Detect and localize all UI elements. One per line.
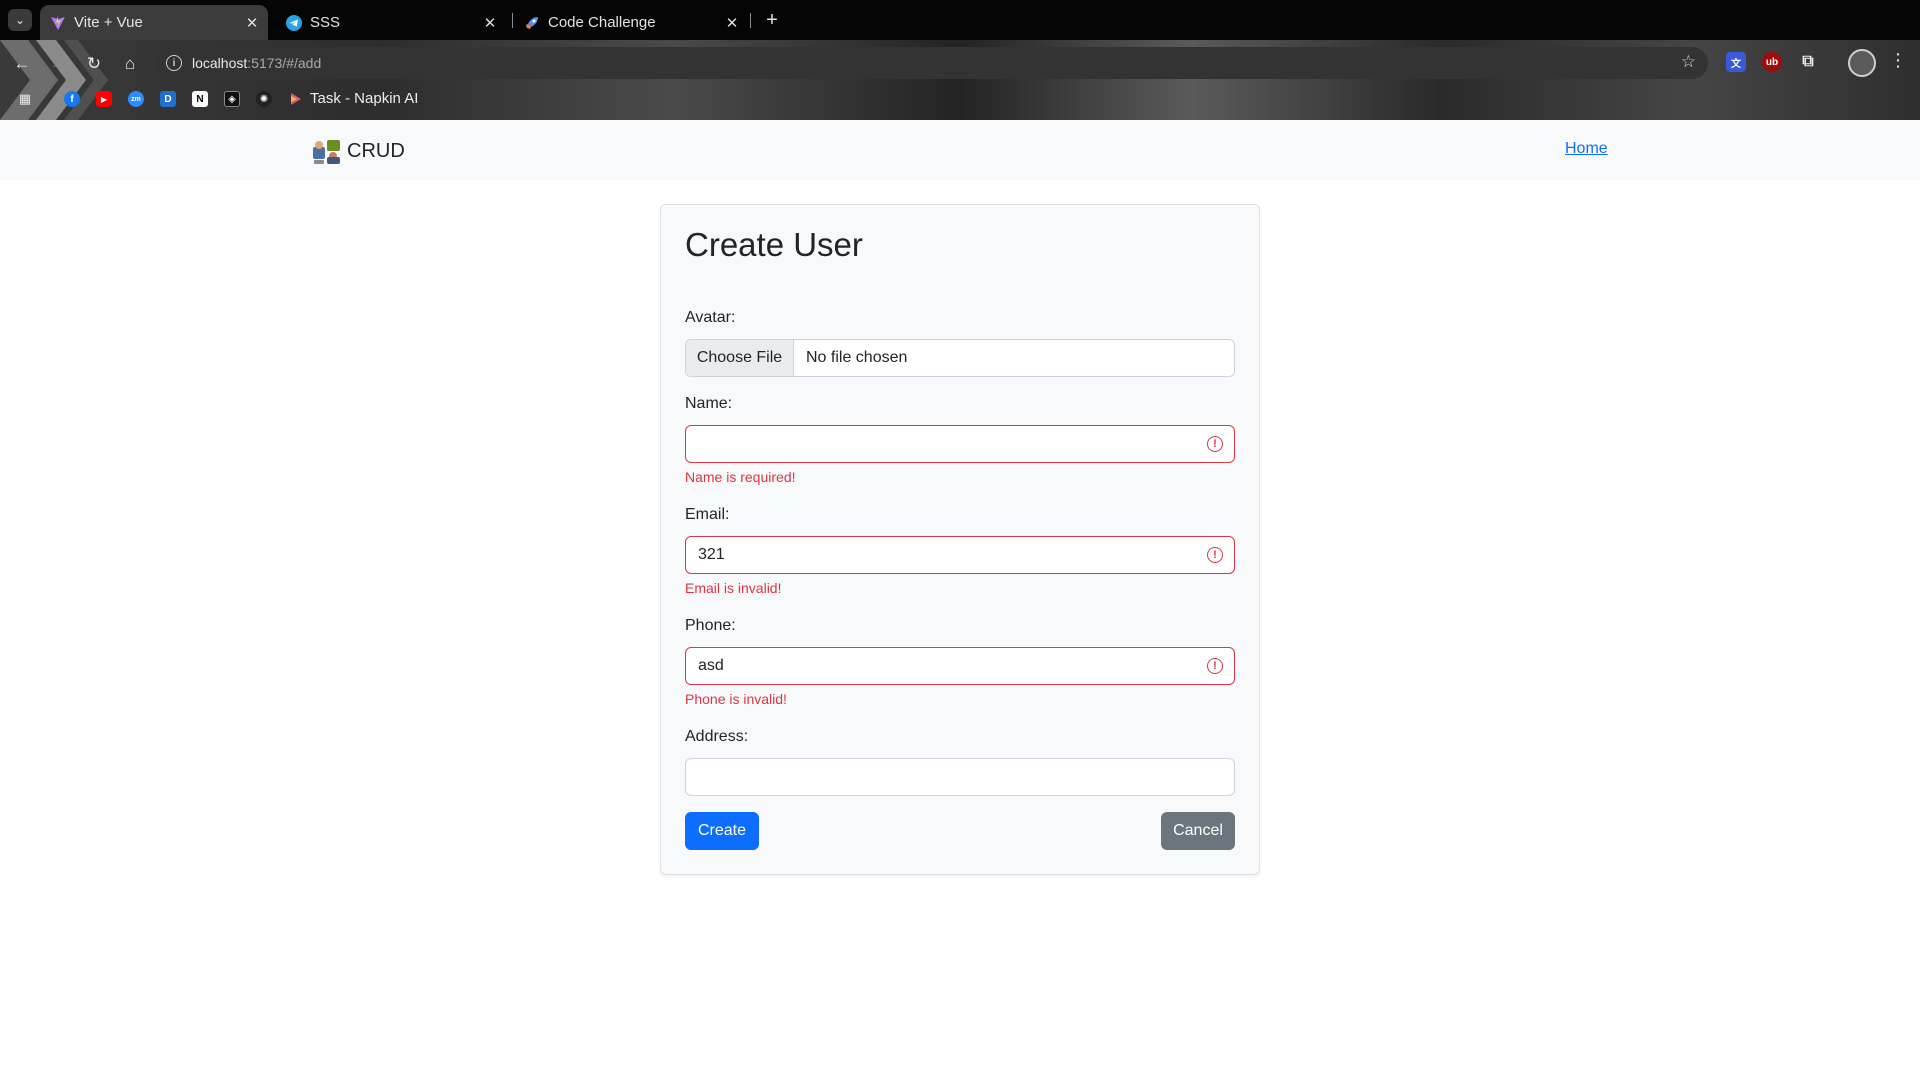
email-input[interactable]: 321 ! bbox=[685, 536, 1235, 574]
apps-grid-icon[interactable]: ▦ bbox=[17, 91, 33, 107]
cancel-button[interactable]: Cancel bbox=[1161, 812, 1235, 850]
extensions-puzzle-icon[interactable]: ⧉ bbox=[1798, 52, 1818, 72]
address-bar[interactable]: i localhost:5173/#/add ☆ bbox=[156, 47, 1708, 79]
navbar-brand[interactable]: CRUD bbox=[312, 137, 405, 165]
home-icon[interactable]: ⌂ bbox=[116, 50, 144, 78]
email-label: Email: bbox=[685, 506, 730, 523]
d-bookmark-icon[interactable]: D bbox=[160, 91, 176, 107]
name-input[interactable]: ! bbox=[685, 425, 1235, 463]
tab-sss[interactable]: SSS ✕ bbox=[276, 5, 506, 40]
bookmark-star-icon[interactable]: ☆ bbox=[1681, 52, 1696, 72]
error-exclamation-icon: ! bbox=[1207, 547, 1223, 563]
browser-tab-strip: ⌄ Vite + Vue ✕ SSS ✕ Code Challenge ✕ + bbox=[0, 0, 1920, 40]
file-status-text: No file chosen bbox=[806, 349, 908, 366]
avatar-file-input[interactable]: Choose File No file chosen bbox=[685, 339, 1235, 377]
browser-menu-three-dots-icon[interactable]: ⋮ bbox=[1888, 50, 1908, 71]
crud-logo-icon bbox=[312, 137, 342, 165]
name-error-message: Name is required! bbox=[685, 469, 796, 485]
phone-input[interactable]: asd ! bbox=[685, 647, 1235, 685]
url-host: localhost bbox=[192, 55, 248, 71]
tab-separator bbox=[512, 13, 513, 28]
error-exclamation-icon: ! bbox=[1207, 658, 1223, 674]
forward-arrow-icon[interactable]: → bbox=[44, 50, 72, 78]
facebook-icon[interactable]: f bbox=[64, 91, 80, 107]
tab-close-icon[interactable]: ✕ bbox=[722, 14, 742, 32]
home-link[interactable]: Home bbox=[1565, 140, 1608, 158]
phone-label: Phone: bbox=[685, 617, 736, 634]
choose-file-button[interactable]: Choose File bbox=[686, 340, 794, 376]
tab-close-icon[interactable]: ✕ bbox=[480, 14, 500, 32]
translate-extension-icon[interactable]: 文 bbox=[1726, 52, 1746, 72]
ublock-extension-icon[interactable]: ub bbox=[1762, 52, 1782, 72]
address-input[interactable] bbox=[685, 758, 1235, 796]
bookmark-task-napkin-ai[interactable]: Task - Napkin AI bbox=[310, 90, 418, 107]
profile-avatar[interactable] bbox=[1848, 49, 1876, 77]
name-label: Name: bbox=[685, 395, 733, 412]
site-info-icon[interactable]: i bbox=[166, 55, 182, 71]
tab-close-icon[interactable]: ✕ bbox=[242, 14, 262, 32]
phone-input-value: asd bbox=[698, 657, 724, 674]
rocket-icon bbox=[524, 15, 540, 31]
phone-error-message: Phone is invalid! bbox=[685, 691, 787, 707]
email-error-message: Email is invalid! bbox=[685, 580, 782, 596]
create-button[interactable]: Create bbox=[685, 812, 759, 850]
tab-vite-vue[interactable]: Vite + Vue ✕ bbox=[40, 5, 268, 40]
page-title: Create User bbox=[685, 226, 863, 263]
brand-name: CRUD bbox=[347, 139, 405, 162]
tab-separator bbox=[750, 13, 751, 28]
avatar-label: Avatar: bbox=[685, 309, 736, 326]
email-input-value: 321 bbox=[698, 546, 725, 563]
tab-title: SSS bbox=[310, 14, 341, 31]
address-label: Address: bbox=[685, 728, 749, 745]
zoom-icon[interactable]: zm bbox=[128, 91, 144, 107]
vite-logo-icon bbox=[50, 15, 66, 31]
site-navbar bbox=[0, 120, 1920, 180]
back-arrow-icon[interactable]: ← bbox=[8, 50, 36, 78]
youtube-icon[interactable]: ▶ bbox=[96, 91, 112, 107]
telegram-icon bbox=[286, 14, 302, 31]
tab-title: Vite + Vue bbox=[74, 14, 143, 31]
error-exclamation-icon: ! bbox=[1207, 436, 1223, 452]
notion-icon[interactable]: N bbox=[192, 91, 208, 107]
napkin-ai-icon bbox=[288, 91, 304, 107]
tab-list-chevron-down-icon[interactable]: ⌄ bbox=[8, 9, 32, 31]
reload-icon[interactable]: ↻ bbox=[80, 50, 108, 78]
url-path: :5173/#/add bbox=[247, 55, 322, 71]
new-tab-plus-icon[interactable]: + bbox=[758, 6, 786, 34]
tab-code-challenge[interactable]: Code Challenge ✕ bbox=[514, 5, 748, 40]
url-text: localhost:5173/#/add bbox=[192, 55, 321, 71]
openai-icon[interactable]: ✺ bbox=[256, 91, 272, 107]
tab-title: Code Challenge bbox=[548, 14, 656, 31]
bookmark-app-icon[interactable]: ◈ bbox=[224, 91, 240, 107]
